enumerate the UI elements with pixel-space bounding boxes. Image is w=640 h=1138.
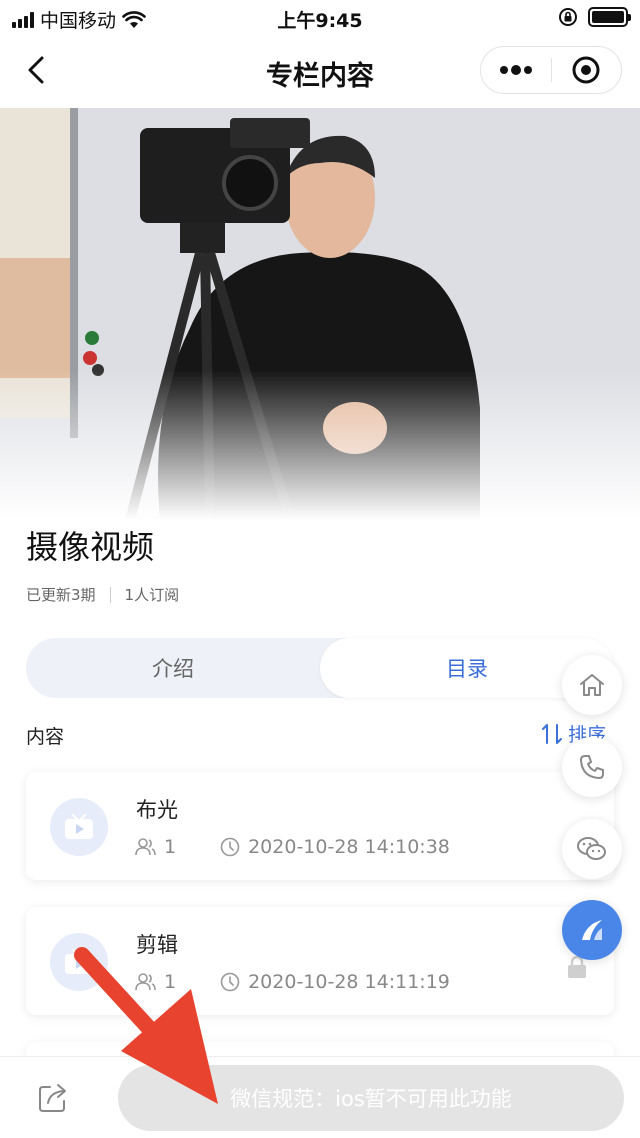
share-button[interactable]	[36, 1079, 72, 1115]
wechat-button[interactable]	[562, 819, 622, 879]
list-item[interactable]: 布光 1 2020-10-28 14:10:38	[26, 772, 614, 880]
item-views: 1	[164, 971, 177, 993]
more-button[interactable]	[481, 47, 551, 93]
column-meta: 已更新3期 1人订阅	[26, 584, 179, 605]
item-stats: 1 2020-10-28 14:11:19	[134, 971, 450, 993]
cover-fade	[0, 370, 640, 520]
video-thumb	[50, 933, 108, 991]
status-right	[558, 7, 631, 27]
phone-button[interactable]	[562, 737, 622, 797]
cover-image	[0, 108, 640, 520]
close-mini-program-button[interactable]	[552, 47, 622, 93]
subscriber-count: 1人订阅	[124, 586, 180, 604]
update-count: 已更新3期	[26, 586, 96, 604]
rotation-lock-icon	[559, 8, 577, 26]
tab-intro[interactable]: 介绍	[26, 638, 320, 698]
sort-icon	[542, 723, 562, 744]
item-views: 1	[164, 836, 177, 858]
phone-icon	[580, 755, 604, 779]
section-label: 内容	[26, 726, 65, 748]
list-item[interactable]: 剪辑 1 2020-10-28 14:11:19	[26, 907, 614, 1015]
clock-icon	[220, 972, 240, 992]
status-time: 上午9:45	[277, 10, 363, 32]
people-icon	[135, 973, 156, 991]
video-thumb	[50, 798, 108, 856]
share-icon	[39, 1084, 66, 1112]
battery-icon	[588, 7, 631, 27]
bottom-bar: 微信规范：ios暂不可用此功能	[0, 1056, 640, 1138]
item-datetime: 2020-10-28 14:10:38	[248, 836, 450, 858]
meta-divider	[109, 586, 111, 603]
item-title: 布光	[136, 798, 178, 822]
logo-icon	[582, 920, 602, 940]
more-dots-icon	[499, 65, 532, 75]
video-icon	[65, 814, 93, 839]
home-button[interactable]	[562, 655, 622, 715]
item-title: 剪辑	[136, 933, 178, 957]
brand-float-button[interactable]	[562, 900, 622, 960]
column-title: 摄像视频	[26, 528, 155, 566]
video-icon	[65, 949, 93, 974]
status-bar: 中国移动 上午9:45	[0, 0, 640, 36]
mini-program-capsule	[480, 46, 622, 94]
purchase-disabled-button[interactable]: 微信规范：ios暂不可用此功能	[118, 1065, 624, 1131]
item-datetime: 2020-10-28 14:11:19	[248, 971, 450, 993]
people-icon	[135, 838, 156, 856]
clock-icon	[220, 837, 240, 857]
wechat-icon	[577, 837, 606, 860]
target-circle-icon	[572, 56, 600, 84]
nav-bar: 专栏内容	[0, 36, 640, 106]
home-icon	[580, 674, 604, 696]
item-stats: 1 2020-10-28 14:10:38	[134, 836, 450, 858]
tab-bar: 介绍 目录	[26, 638, 614, 698]
